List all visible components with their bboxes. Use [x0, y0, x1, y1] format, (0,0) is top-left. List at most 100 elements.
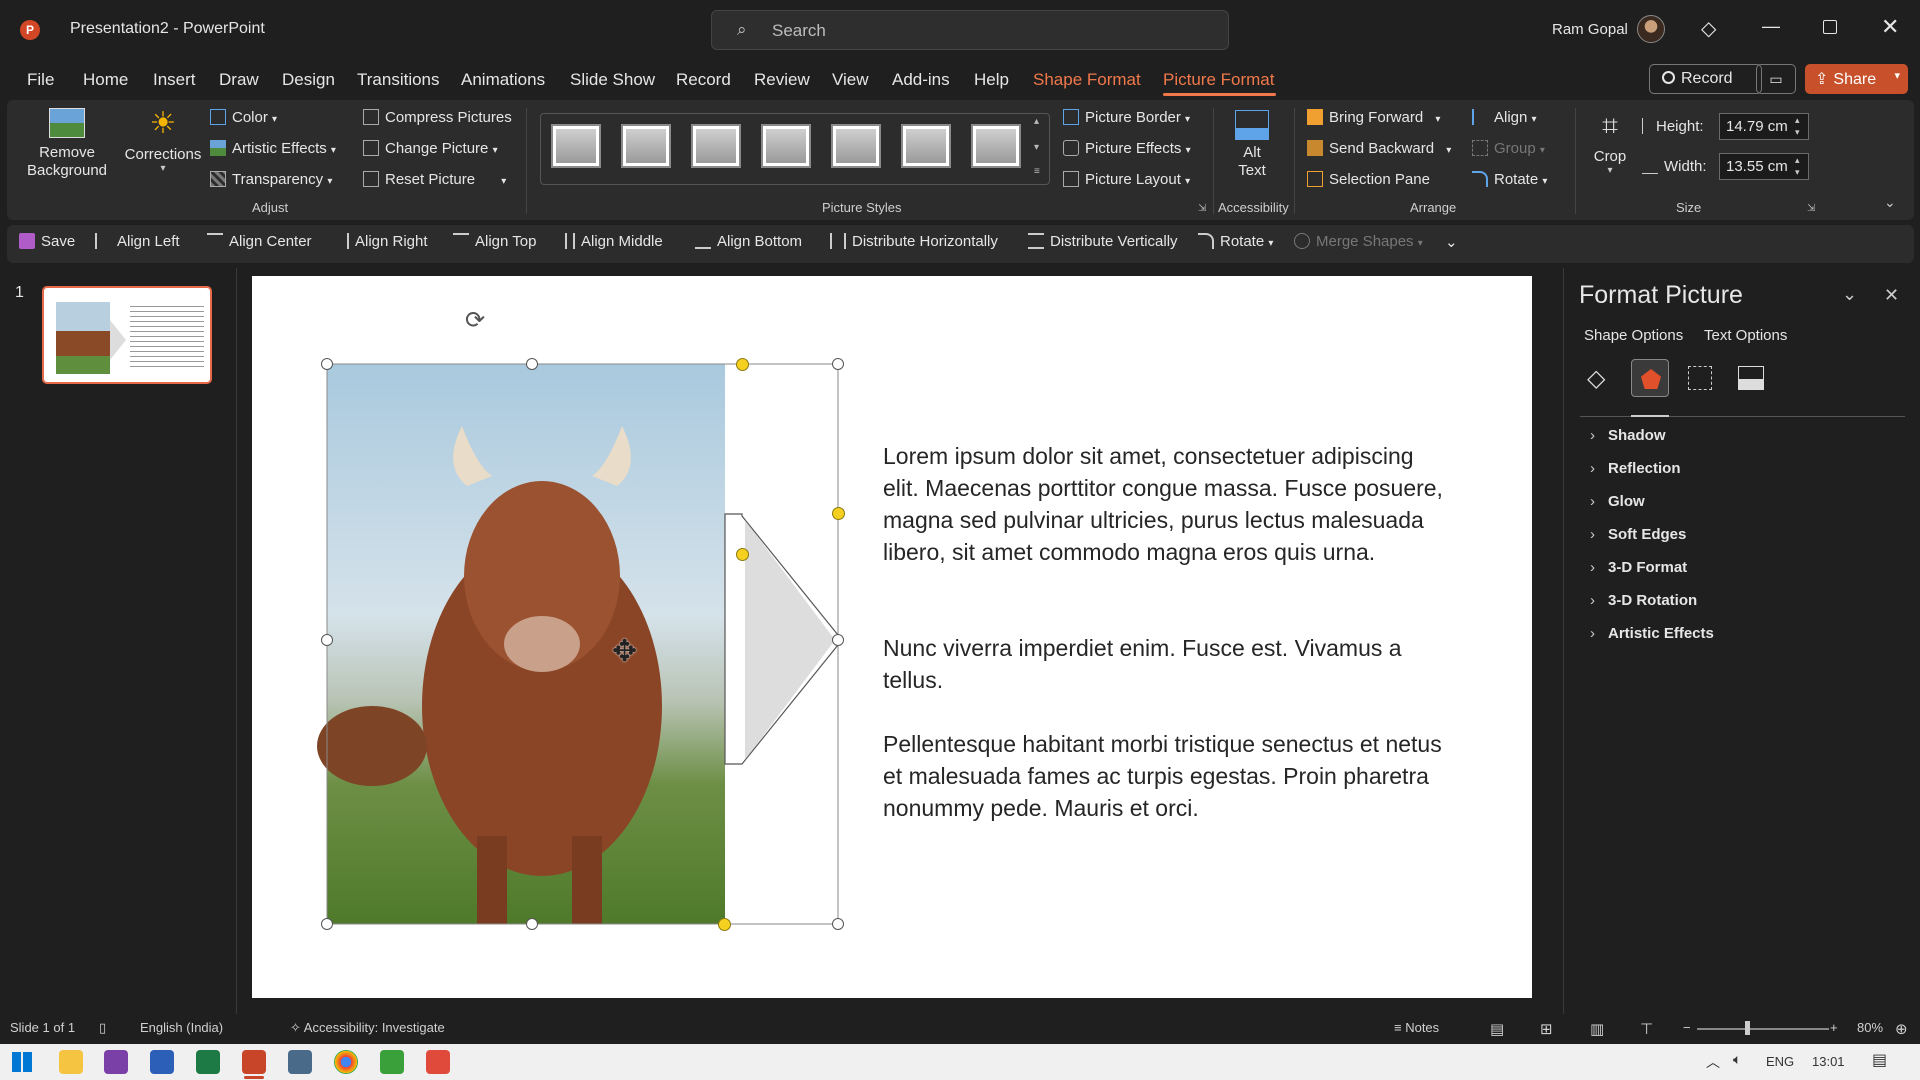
- language-status[interactable]: English (India): [140, 1020, 223, 1035]
- qat-save[interactable]: Save: [19, 233, 75, 250]
- picture-effects-button[interactable]: Picture Effects ▾: [1063, 140, 1191, 157]
- menu-add-ins[interactable]: Add-ins: [892, 70, 950, 90]
- calculator-icon[interactable]: [288, 1050, 312, 1074]
- volume-icon[interactable]: 🔈︎: [1733, 1051, 1741, 1068]
- tab-shape-options[interactable]: Shape Options: [1584, 327, 1683, 344]
- resize-handle[interactable]: [321, 358, 333, 370]
- shape-adjust-handle[interactable]: [736, 548, 749, 561]
- shape-adjust-handle[interactable]: [832, 507, 845, 520]
- chevron-down-icon[interactable]: ▾: [1894, 69, 1900, 82]
- excel-icon[interactable]: [196, 1050, 220, 1074]
- align-button[interactable]: Align ▾: [1472, 109, 1537, 126]
- corrections-button[interactable]: ☀ Corrections ▾: [120, 108, 206, 190]
- resize-handle[interactable]: [832, 358, 844, 370]
- close-pane-icon[interactable]: ✕: [1884, 285, 1899, 306]
- resize-handle[interactable]: [526, 358, 538, 370]
- menu-insert[interactable]: Insert: [153, 70, 196, 90]
- resize-handle[interactable]: [321, 634, 333, 646]
- zoom-slider[interactable]: [1697, 1028, 1829, 1030]
- color-button[interactable]: Color ▾: [210, 109, 277, 126]
- gallery-scroll-down-icon[interactable]: ▾: [1034, 142, 1039, 153]
- bring-forward-button[interactable]: Bring Forward ▾: [1307, 109, 1440, 126]
- menu-file[interactable]: File: [27, 70, 54, 90]
- effects-icon[interactable]: [1631, 359, 1669, 397]
- qat-align-top[interactable]: Align Top: [453, 233, 536, 250]
- section-artistic-effects[interactable]: › Artistic Effects: [1590, 625, 1714, 642]
- section-3d-format[interactable]: › 3-D Format: [1590, 559, 1687, 576]
- share-button[interactable]: ⇪ Share ▾: [1805, 64, 1908, 94]
- picture-style-3[interactable]: [691, 124, 741, 168]
- file-explorer-icon[interactable]: [59, 1050, 83, 1074]
- artistic-effects-button[interactable]: Artistic Effects ▾: [210, 140, 336, 157]
- clock[interactable]: 13:01: [1812, 1054, 1845, 1069]
- diamond-icon[interactable]: ◇: [1701, 16, 1716, 41]
- crop-button[interactable]: ⌗ Crop ▾: [1588, 110, 1632, 190]
- dialog-launcher-icon[interactable]: ⇲: [1198, 203, 1206, 214]
- section-3d-rotation[interactable]: › 3-D Rotation: [1590, 592, 1697, 609]
- menu-help[interactable]: Help: [974, 70, 1009, 90]
- gallery-more-icon[interactable]: ≡: [1034, 166, 1040, 177]
- accessibility-status[interactable]: ✧ Accessibility: Investigate: [290, 1020, 445, 1036]
- gallery-scroll-up-icon[interactable]: ▴: [1034, 116, 1039, 127]
- change-picture-button[interactable]: Change Picture ▾: [363, 140, 498, 157]
- menu-design[interactable]: Design: [282, 70, 335, 90]
- onenote-icon[interactable]: [104, 1050, 128, 1074]
- zoom-slider-thumb[interactable]: [1745, 1021, 1750, 1035]
- menu-view[interactable]: View: [832, 70, 869, 90]
- powerpoint-taskbar-icon[interactable]: [242, 1050, 266, 1074]
- picture-style-5[interactable]: [831, 124, 881, 168]
- slide-thumbnail[interactable]: [42, 286, 212, 384]
- menu-animations[interactable]: Animations: [461, 70, 545, 90]
- picture-border-button[interactable]: Picture Border ▾: [1063, 109, 1190, 126]
- qat-align-left[interactable]: Align Left: [95, 233, 180, 250]
- collapse-ribbon-icon[interactable]: ⌄: [1884, 194, 1896, 211]
- menu-slide-show[interactable]: Slide Show: [570, 70, 655, 90]
- normal-view-icon[interactable]: ▤: [1490, 1020, 1504, 1038]
- rotate-button[interactable]: Rotate ▾: [1472, 171, 1547, 188]
- slide-sorter-icon[interactable]: ⊞: [1540, 1020, 1553, 1038]
- slideshow-view-icon[interactable]: ⊤: [1640, 1020, 1653, 1038]
- menu-home[interactable]: Home: [83, 70, 128, 90]
- fit-slide-icon[interactable]: ⊕: [1895, 1020, 1908, 1038]
- reset-picture-button[interactable]: Reset Picture ▾: [363, 171, 506, 188]
- picture-style-2[interactable]: [621, 124, 671, 168]
- rotate-handle-icon[interactable]: ⟳: [465, 306, 485, 335]
- height-spinner-icon[interactable]: ▴ ▾: [1795, 114, 1800, 138]
- camtasia-icon[interactable]: [380, 1050, 404, 1074]
- qat-distribute-horizontally[interactable]: Distribute Horizontally: [830, 233, 998, 250]
- customize-qat-icon[interactable]: ⌄: [1445, 233, 1458, 251]
- menu-review[interactable]: Review: [754, 70, 810, 90]
- picture-style-4[interactable]: [761, 124, 811, 168]
- section-glow[interactable]: › Glow: [1590, 493, 1645, 510]
- avatar[interactable]: [1637, 15, 1665, 43]
- picture-style-6[interactable]: [901, 124, 951, 168]
- remove-background-button[interactable]: Remove Background: [22, 108, 112, 190]
- qat-merge-shapes[interactable]: Merge Shapes ▾: [1294, 233, 1423, 250]
- alt-text-button[interactable]: Alt Text: [1226, 110, 1278, 192]
- tray-chevron-icon[interactable]: ︿: [1706, 1052, 1720, 1072]
- windows-start-icon[interactable]: [12, 1052, 32, 1072]
- search-box[interactable]: ⌕ Search: [711, 10, 1229, 50]
- shape-adjust-handle[interactable]: [736, 358, 749, 371]
- picture-icon[interactable]: [1738, 366, 1764, 390]
- input-language[interactable]: ENG: [1766, 1054, 1794, 1069]
- slide-paragraph-2[interactable]: Nunc viverra imperdiet enim. Fusce est. …: [883, 632, 1443, 696]
- picture-style-1[interactable]: [551, 124, 601, 168]
- snagit-icon[interactable]: [426, 1050, 450, 1074]
- record-button[interactable]: Record: [1649, 64, 1762, 94]
- chrome-icon[interactable]: [334, 1050, 358, 1074]
- picture-style-7[interactable]: [971, 124, 1021, 168]
- notes-button[interactable]: ≡ Notes: [1394, 1020, 1439, 1035]
- qat-align-right[interactable]: Align Right: [333, 233, 428, 250]
- qat-rotate[interactable]: Rotate ▾: [1198, 233, 1273, 250]
- dialog-launcher-icon[interactable]: ⇲: [1807, 203, 1815, 214]
- qat-align-center[interactable]: Align Center: [207, 233, 312, 250]
- slide-paragraph-1[interactable]: Lorem ipsum dolor sit amet, consectetuer…: [883, 440, 1443, 568]
- spelling-icon[interactable]: ▯: [99, 1020, 106, 1036]
- minimize-icon[interactable]: —: [1762, 16, 1780, 37]
- resize-handle[interactable]: [321, 918, 333, 930]
- tab-text-options[interactable]: Text Options: [1704, 327, 1787, 344]
- slide-paragraph-3[interactable]: Pellentesque habitant morbi tristique se…: [883, 728, 1443, 824]
- fill-line-icon[interactable]: ◇: [1587, 364, 1605, 393]
- zoom-in-icon[interactable]: +: [1830, 1020, 1838, 1035]
